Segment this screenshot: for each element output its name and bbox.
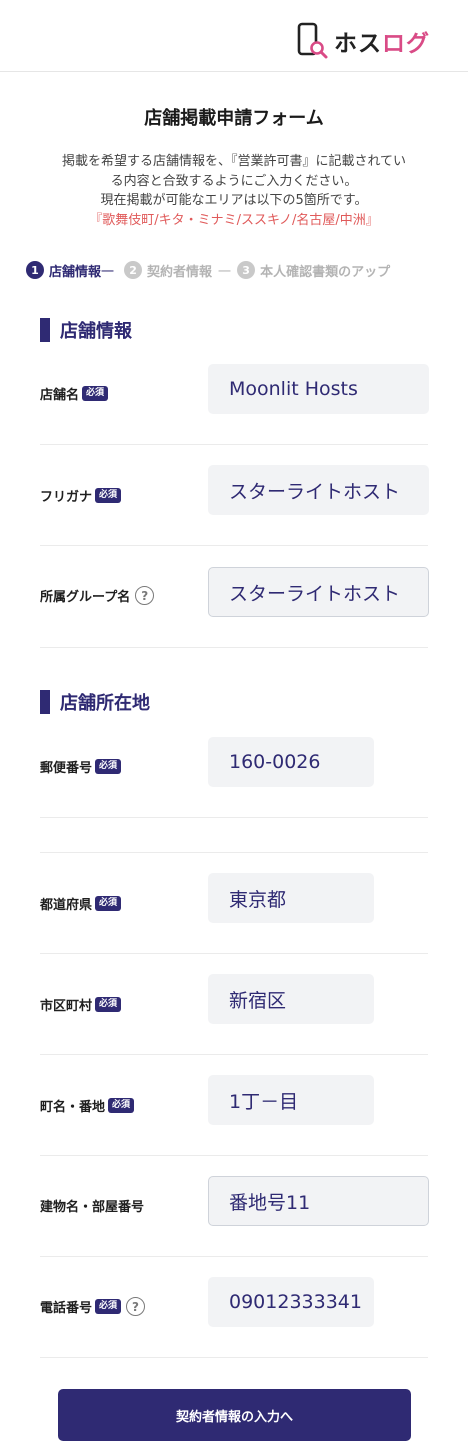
step-indicator: 1 店舗情報 一 2 契約者情報 一 3 本人確認書類のアップ xyxy=(26,260,446,280)
furigana-label: フリガナ 必須 xyxy=(40,486,122,505)
section-marker xyxy=(40,690,50,714)
required-badge: 必須 xyxy=(95,488,122,503)
step-number: 1 xyxy=(26,261,44,279)
required-badge: 必須 xyxy=(108,1098,135,1113)
section-title-store-location: 店舗所在地 xyxy=(40,690,150,714)
postal-code-input[interactable]: 160-0026 xyxy=(208,737,374,787)
intro-text: 掲載を希望する店舗情報を、『営業許可書』に記載されてい る内容と合致するようにご… xyxy=(30,152,438,230)
store-name-label: 店舗名 必須 xyxy=(40,384,109,403)
step-store-info: 1 店舗情報 xyxy=(26,261,101,280)
city-input[interactable]: 新宿区 xyxy=(208,974,374,1024)
section-title-store-info: 店舗情報 xyxy=(40,318,132,342)
required-badge: 必須 xyxy=(95,896,122,911)
intro-line: 現在掲載が可能なエリアは以下の5箇所です。 xyxy=(100,193,368,208)
intro-line: 掲載を希望する店舗情報を、『営業許可書』に記載されてい xyxy=(61,154,407,169)
page-title: 店舗掲載申請フォーム xyxy=(144,108,324,129)
required-badge: 必須 xyxy=(95,1299,122,1314)
intro-line: る内容と合致するようにご入力ください。 xyxy=(110,173,358,189)
section-marker xyxy=(40,318,50,342)
step-label: 契約者情報 xyxy=(147,264,213,280)
prefecture-label: 都道府県 必須 xyxy=(40,894,122,913)
row-divider xyxy=(40,647,428,648)
step-label: 店舗情報 xyxy=(49,264,102,280)
step-contractor-info: 2 契約者情報 xyxy=(124,261,212,280)
town-label: 町名・番地 必須 xyxy=(40,1096,135,1115)
step-number: 3 xyxy=(237,261,256,279)
town-input[interactable]: 1丁－目 xyxy=(208,1075,374,1125)
group-name-label: 所属グループ名? xyxy=(40,586,155,605)
available-areas: 『歌舞伎町/キタ・ミナミ/ススキノ/名古屋/中洲』 xyxy=(89,212,379,228)
row-divider xyxy=(40,545,428,546)
phone-input[interactable]: 09012333341 xyxy=(208,1277,374,1327)
help-icon[interactable]: ? xyxy=(126,1297,146,1316)
help-icon[interactable]: ? xyxy=(135,586,155,605)
row-divider xyxy=(40,817,428,818)
hosulog-logo[interactable]: ホスログ xyxy=(296,22,430,60)
logo-text: ホスログ xyxy=(334,31,430,57)
step-separator: 一 xyxy=(101,264,115,280)
next-contractor-info-button[interactable]: 契約者情報の入力へ xyxy=(58,1389,411,1441)
step-label: 本人確認書類のアップ xyxy=(260,264,391,280)
building-label: 建物名・部屋番号 xyxy=(40,1200,145,1215)
row-divider xyxy=(40,852,428,853)
required-badge: 必須 xyxy=(95,997,122,1012)
row-divider xyxy=(40,953,428,954)
phone-search-icon xyxy=(297,22,328,59)
prefecture-input[interactable]: 東京都 xyxy=(208,873,374,923)
app-header: ホスログ xyxy=(0,0,468,72)
row-divider xyxy=(40,1357,428,1358)
step-number: 2 xyxy=(124,261,143,279)
required-badge: 必須 xyxy=(95,759,122,774)
group-name-input[interactable]: スターライトホスト xyxy=(208,567,429,617)
row-divider xyxy=(40,1256,428,1257)
required-badge: 必須 xyxy=(82,386,109,401)
row-divider xyxy=(40,1155,428,1156)
postal-code-label: 郵便番号 必須 xyxy=(40,757,122,776)
row-divider xyxy=(40,1054,428,1055)
building-input[interactable]: 番地号11 xyxy=(208,1176,429,1226)
phone-label: 電話番号 必須? xyxy=(40,1297,146,1316)
furigana-input[interactable]: スターライトホスト xyxy=(208,465,429,515)
store-name-input[interactable]: Moonlit Hosts xyxy=(208,364,429,414)
step-id-upload: 3 本人確認書類のアップ xyxy=(237,261,390,280)
row-divider xyxy=(40,444,428,445)
city-label: 市区町村 必須 xyxy=(40,995,122,1014)
step-separator: 一 xyxy=(218,264,232,280)
